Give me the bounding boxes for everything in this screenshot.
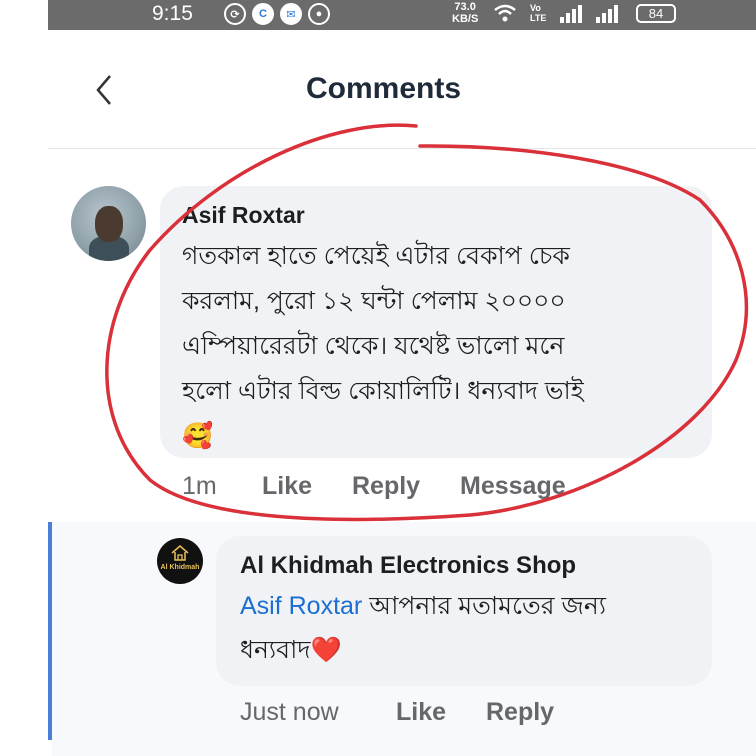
signal-sim2-icon [596,5,618,23]
smiling-face-hearts-icon: 🥰 [182,422,214,450]
avatar[interactable] [71,186,146,261]
header-divider [48,148,756,149]
comment-line: হলো এটার বিল্ড কোয়ালিটি। ধন্যবাদ ভাই [182,377,584,405]
reply-line-rest: আপনার মতামতের জন্য [362,592,607,620]
comment-line: করলাম, পুরো ১২ ঘন্টা পেলাম ২০০০০ [182,287,566,315]
avatar[interactable]: Al Khidmah [157,538,203,584]
status-time: 9:15 [152,2,193,25]
app-c-icon: C [252,3,274,25]
reply-time: Just now [240,698,339,726]
network-speed-value: 73.0 [454,1,476,13]
reply-author[interactable]: Al Khidmah Electronics Shop [240,552,576,580]
network-speed-unit: KB/S [452,13,479,25]
reply-actions: Just now Like Reply [240,698,554,727]
avatar-label: Al Khidmah [160,564,200,571]
battery-icon: 84 [636,4,676,23]
app-message-icon: ✉ [280,3,302,25]
data-saver-icon: ⟳ [224,3,246,25]
status-bar: 9:15 ⟳ C ✉ ● 73.0 KB/S Vo LTE 84 [48,0,756,30]
comment-text: গতকাল হাতে পেয়েই এটার বেকাপ চেক করলাম, … [182,234,584,459]
like-button[interactable]: Like [396,698,486,727]
reply-line: Asif Roxtar আপনার মতামতের জন্য [240,584,606,628]
signal-sim1-icon [560,5,582,23]
wifi-icon [494,4,516,27]
thread-line [48,522,52,740]
notification-icons: ⟳ C ✉ ● [224,3,330,25]
comment-line: এম্পিয়ারেরটা থেকে। যথেষ্ট ভালো মনে [182,332,565,360]
avatar-face [95,206,123,242]
comment-line: গতকাল হাতে পেয়েই এটার বেকাপ চেক [182,242,570,270]
mention-link[interactable]: Asif Roxtar [240,592,362,620]
comment-actions: 1m Like Reply Message [182,472,566,501]
app-record-icon: ● [308,3,330,25]
reply-button[interactable]: Reply [352,472,460,501]
reply-line: ধন্যবাদ❤️ [240,628,606,672]
volte-label: Vo LTE [530,3,547,23]
page-title: Comments [306,72,462,105]
network-speed: 73.0 KB/S [452,1,478,25]
reply-text: Asif Roxtar আপনার মতামতের জন্য ধন্যবাদ❤️ [240,584,606,672]
red-heart-icon: ❤️ [310,636,342,664]
message-button[interactable]: Message [460,472,566,501]
comment-author[interactable]: Asif Roxtar [182,202,305,229]
chevron-left-icon[interactable] [94,74,114,106]
reply-button[interactable]: Reply [486,698,554,727]
reply-line-2: ধন্যবাদ [240,636,311,664]
comment-time: 1m [182,472,217,500]
shop-logo-icon [171,545,189,561]
like-button[interactable]: Like [262,472,352,501]
